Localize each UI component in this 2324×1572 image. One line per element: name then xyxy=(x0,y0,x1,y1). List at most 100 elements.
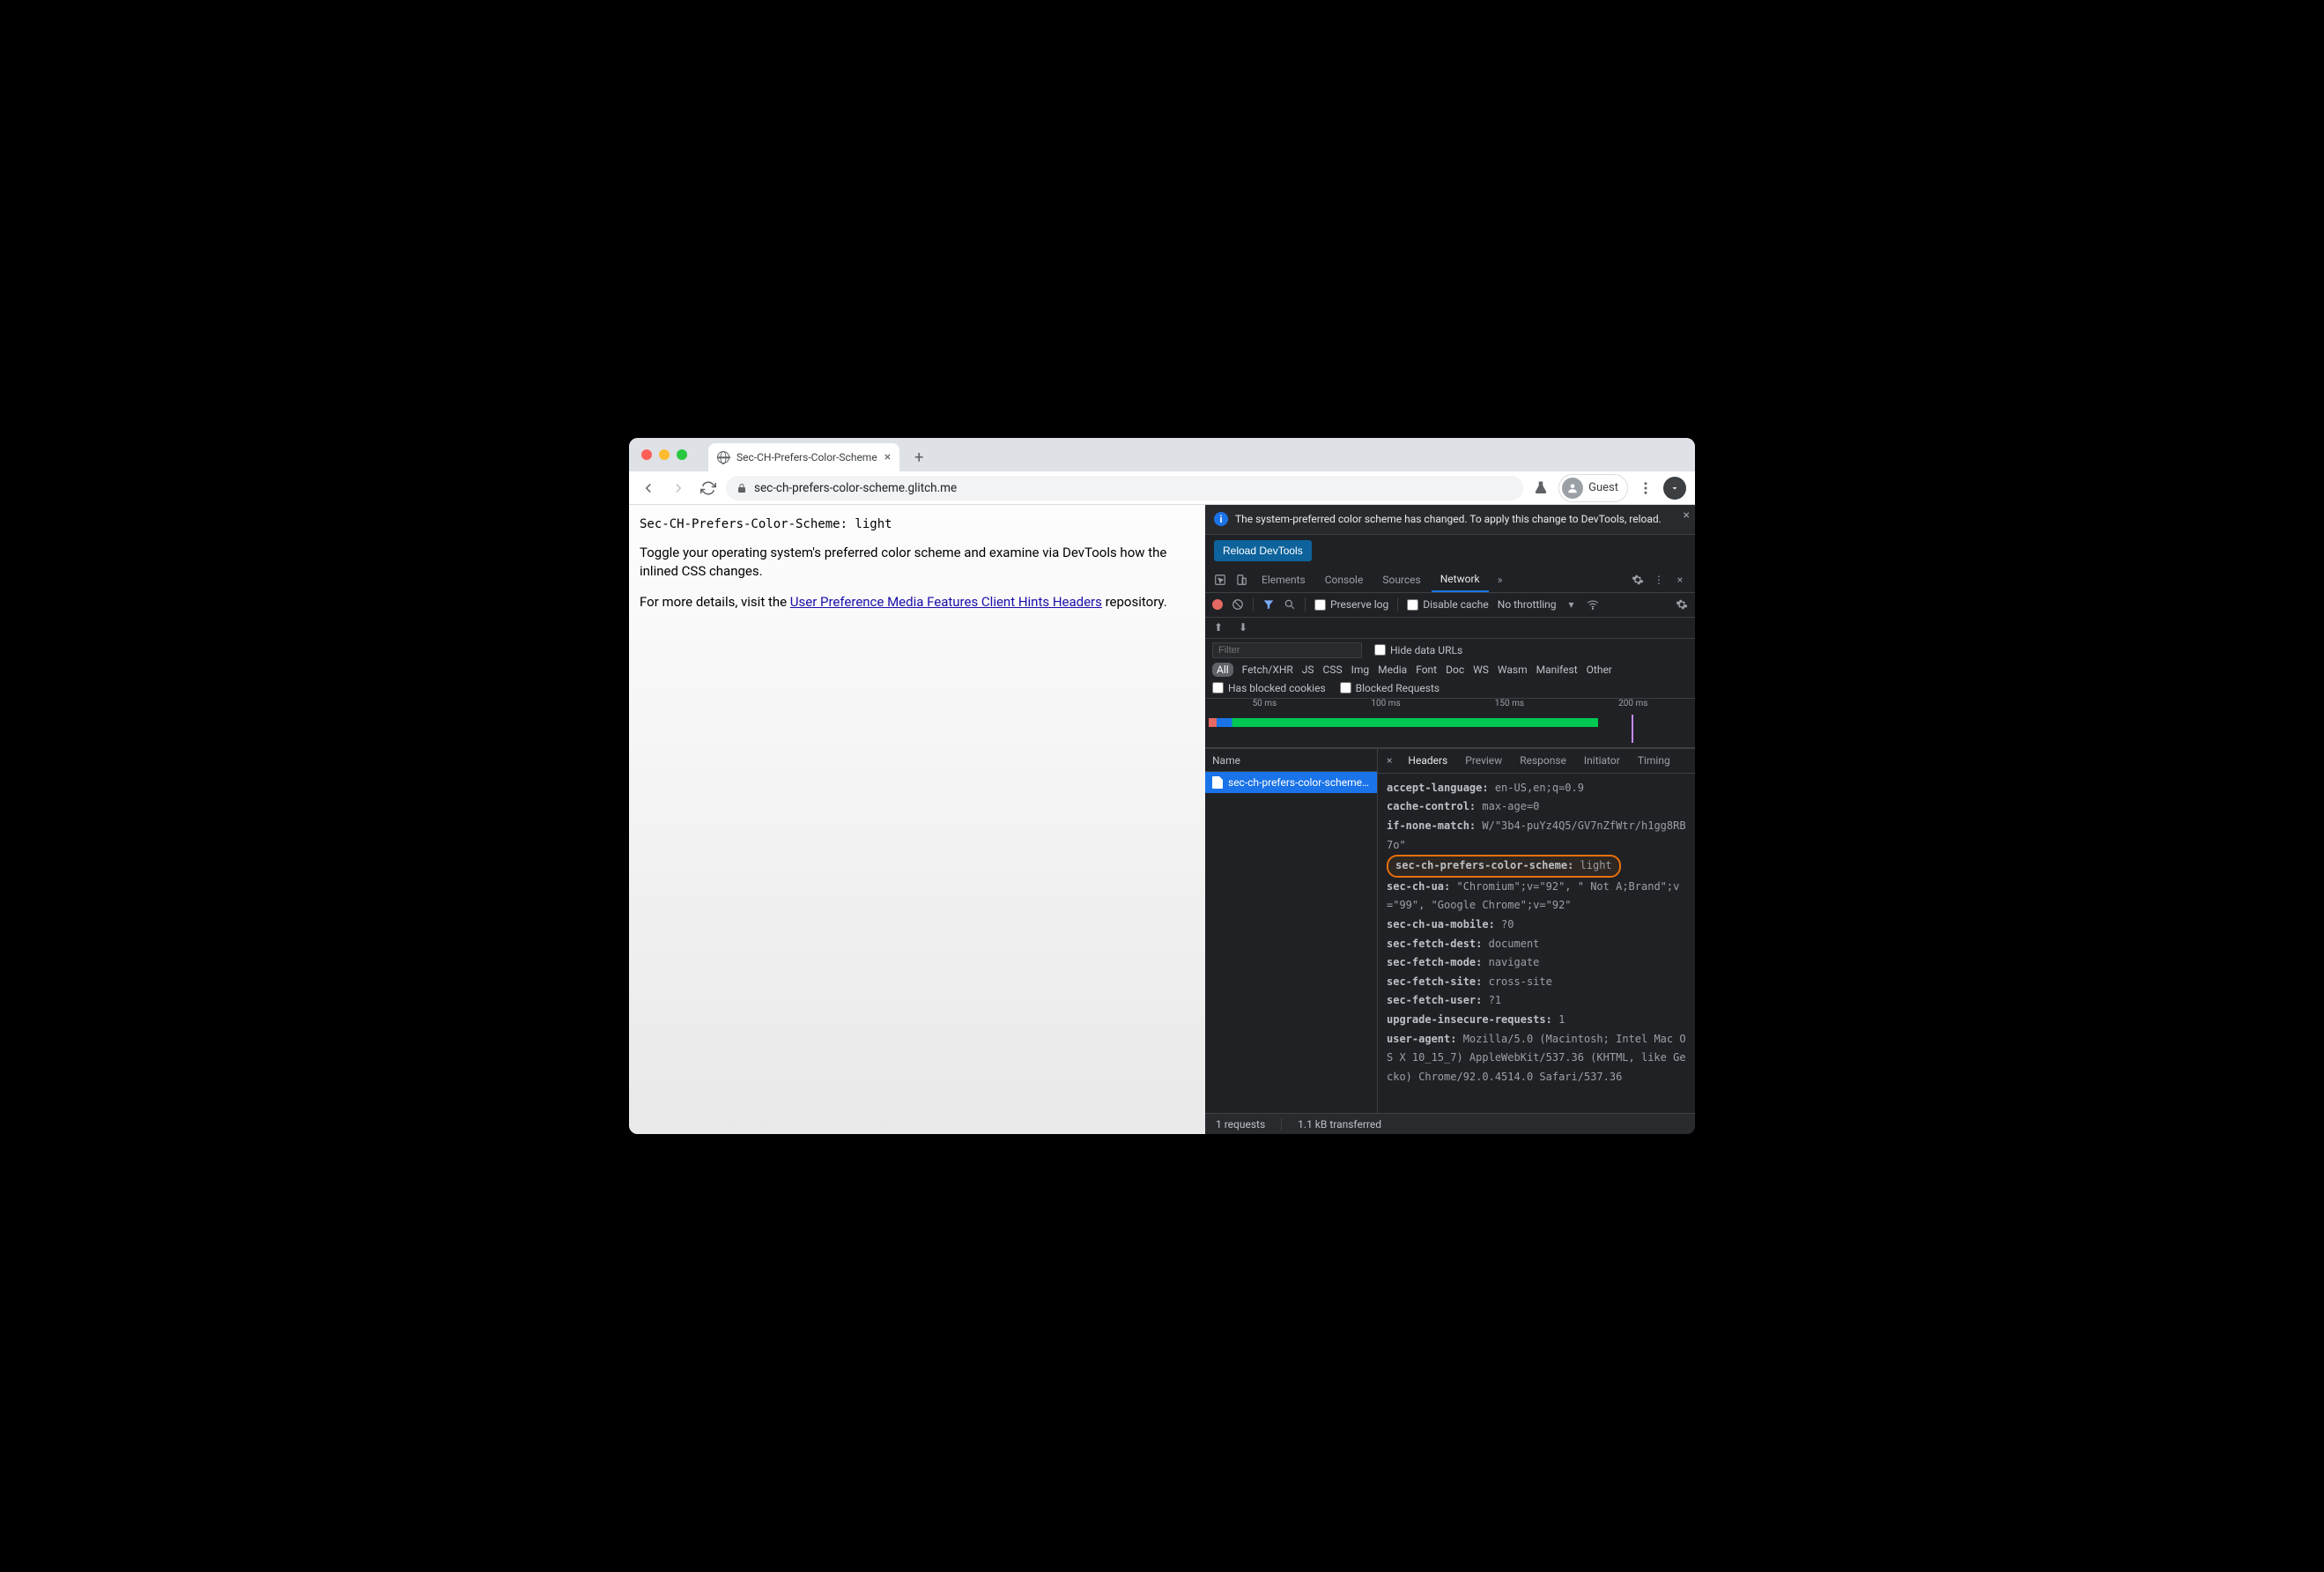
timeline-tick: 200 ms xyxy=(1618,699,1647,713)
type-chip-wasm[interactable]: Wasm xyxy=(1498,664,1528,676)
type-chip-other[interactable]: Other xyxy=(1587,664,1612,676)
hide-data-urls-label: Hide data URLs xyxy=(1390,644,1462,656)
headers-list[interactable]: accept-language: en-US,en;q=0.9cache-con… xyxy=(1378,774,1695,1113)
devtools-close-icon[interactable]: × xyxy=(1670,574,1690,586)
tab-elements[interactable]: Elements xyxy=(1253,567,1314,592)
request-name: sec-ch-prefers-color-scheme… xyxy=(1228,776,1369,789)
type-chip-all[interactable]: All xyxy=(1212,663,1233,677)
tab-network[interactable]: Network xyxy=(1432,567,1489,592)
timeline-tick: 50 ms xyxy=(1253,699,1277,713)
filter-input[interactable] xyxy=(1212,642,1362,658)
close-window-button[interactable] xyxy=(641,449,652,460)
tab-sources[interactable]: Sources xyxy=(1373,567,1429,592)
content-area: Sec-CH-Prefers-Color-Scheme: light Toggl… xyxy=(629,505,1695,1134)
detail-tab-headers[interactable]: Headers xyxy=(1401,749,1454,774)
header-line: sec-fetch-mode: navigate xyxy=(1387,953,1686,973)
tab-console[interactable]: Console xyxy=(1316,567,1373,592)
profile-chip[interactable]: Guest xyxy=(1558,474,1628,502)
disable-cache-checkbox[interactable]: Disable cache xyxy=(1407,598,1489,611)
new-tab-button[interactable]: + xyxy=(910,449,928,466)
hide-data-urls-checkbox[interactable]: Hide data URLs xyxy=(1374,644,1462,656)
type-chip-img[interactable]: Img xyxy=(1351,664,1370,676)
detail-tab-response[interactable]: Response xyxy=(1513,749,1573,774)
network-status-bar: 1 requests 1.1 kB transferred xyxy=(1205,1113,1695,1134)
document-icon xyxy=(1212,776,1223,789)
extensions-button[interactable] xyxy=(1663,477,1686,500)
timeline-bar xyxy=(1209,718,1598,727)
more-tabs-icon[interactable]: » xyxy=(1491,574,1510,586)
type-chip-manifest[interactable]: Manifest xyxy=(1536,664,1578,676)
page-paragraph-2: For more details, visit the User Prefere… xyxy=(640,593,1195,612)
preserve-log-checkbox[interactable]: Preserve log xyxy=(1314,598,1388,611)
network-settings-icon[interactable] xyxy=(1676,598,1688,611)
client-hints-link[interactable]: User Preference Media Features Client Hi… xyxy=(790,594,1102,610)
type-chip-fetchxhr[interactable]: Fetch/XHR xyxy=(1242,664,1293,676)
tab-title: Sec-CH-Prefers-Color-Scheme xyxy=(736,451,877,463)
settings-icon[interactable] xyxy=(1628,574,1647,586)
header-line: cache-control: max-age=0 xyxy=(1387,797,1686,817)
tab-strip: Sec-CH-Prefers-Color-Scheme × + xyxy=(629,438,1695,471)
network-toolbar: Preserve log Disable cache No throttling… xyxy=(1205,593,1695,618)
divider xyxy=(1281,1118,1282,1131)
blocked-requests-label: Blocked Requests xyxy=(1356,682,1440,694)
throttling-select[interactable]: No throttling xyxy=(1498,598,1557,611)
para2-prefix: For more details, visit the xyxy=(640,594,790,610)
type-filter-chips: All Fetch/XHR JS CSS Img Media Font Doc WS Wasm Ma… xyxy=(1212,663,1612,677)
wifi-icon[interactable] xyxy=(1587,598,1599,611)
blocked-requests-checkbox[interactable]: Blocked Requests xyxy=(1340,682,1440,694)
close-tab-icon[interactable]: × xyxy=(884,450,891,464)
banner-text: The system-preferred color scheme has ch… xyxy=(1235,512,1686,527)
network-detail-split: Name sec-ch-prefers-color-scheme… × Head… xyxy=(1205,748,1695,1113)
type-chip-font[interactable]: Font xyxy=(1416,664,1437,676)
type-chip-js[interactable]: JS xyxy=(1302,664,1314,676)
reload-devtools-button[interactable]: Reload DevTools xyxy=(1214,540,1312,561)
request-list: Name sec-ch-prefers-color-scheme… xyxy=(1205,749,1378,1113)
labs-icon[interactable] xyxy=(1528,476,1553,501)
header-line: sec-ch-prefers-color-scheme: light xyxy=(1387,855,1621,878)
header-line: sec-fetch-user: ?1 xyxy=(1387,991,1686,1011)
header-line: accept-language: en-US,en;q=0.9 xyxy=(1387,779,1686,798)
back-button[interactable] xyxy=(636,476,661,501)
maximize-window-button[interactable] xyxy=(677,449,687,460)
clear-icon[interactable] xyxy=(1232,598,1244,611)
filter-icon[interactable] xyxy=(1262,598,1275,611)
avatar-icon xyxy=(1562,478,1583,499)
timeline-marker xyxy=(1632,715,1633,743)
name-column-header[interactable]: Name xyxy=(1205,749,1377,772)
minimize-window-button[interactable] xyxy=(659,449,670,460)
record-button[interactable] xyxy=(1212,599,1223,610)
devtools-info-banner: i The system-preferred color scheme has … xyxy=(1205,505,1695,535)
url-text: sec-ch-prefers-color-scheme.glitch.me xyxy=(754,481,957,495)
detail-tab-timing[interactable]: Timing xyxy=(1631,749,1677,774)
banner-close-icon[interactable]: × xyxy=(1684,508,1690,523)
detail-tab-bar: × Headers Preview Response Initiator Tim… xyxy=(1378,749,1695,774)
inspect-icon[interactable] xyxy=(1210,574,1230,586)
address-bar[interactable]: sec-ch-prefers-color-scheme.glitch.me xyxy=(726,476,1523,501)
request-row[interactable]: sec-ch-prefers-color-scheme… xyxy=(1205,772,1377,793)
type-chip-doc[interactable]: Doc xyxy=(1446,664,1464,676)
download-icon[interactable]: ⬇ xyxy=(1237,621,1249,634)
type-chip-css[interactable]: CSS xyxy=(1323,664,1343,676)
header-line: if-none-match: W/"3b4-puYz4Q5/GV7nZfWtr/… xyxy=(1387,817,1686,855)
transferred-size: 1.1 kB transferred xyxy=(1298,1118,1381,1131)
type-chip-media[interactable]: Media xyxy=(1378,664,1407,676)
kebab-icon[interactable]: ⋮ xyxy=(1649,574,1669,586)
browser-menu-button[interactable] xyxy=(1633,476,1658,501)
blocked-cookies-checkbox[interactable]: Has blocked cookies xyxy=(1212,682,1326,694)
page-content: Sec-CH-Prefers-Color-Scheme: light Toggl… xyxy=(629,505,1205,1134)
detail-tab-preview[interactable]: Preview xyxy=(1458,749,1509,774)
header-line: sec-ch-ua-mobile: ?0 xyxy=(1387,916,1686,935)
info-icon: i xyxy=(1214,512,1228,526)
upload-icon[interactable]: ⬆ xyxy=(1212,621,1225,634)
network-timeline[interactable]: 50 ms100 ms150 ms200 ms xyxy=(1205,699,1695,748)
chevron-down-icon[interactable]: ▾ xyxy=(1565,598,1578,611)
type-chip-ws[interactable]: WS xyxy=(1473,664,1489,676)
detail-close-icon[interactable]: × xyxy=(1381,754,1397,767)
disable-cache-label: Disable cache xyxy=(1423,598,1489,611)
search-icon[interactable] xyxy=(1284,598,1296,611)
browser-tab[interactable]: Sec-CH-Prefers-Color-Scheme × xyxy=(708,443,899,471)
device-icon[interactable] xyxy=(1232,574,1251,586)
forward-button[interactable] xyxy=(666,476,691,501)
reload-button[interactable] xyxy=(696,476,721,501)
detail-tab-initiator[interactable]: Initiator xyxy=(1577,749,1627,774)
